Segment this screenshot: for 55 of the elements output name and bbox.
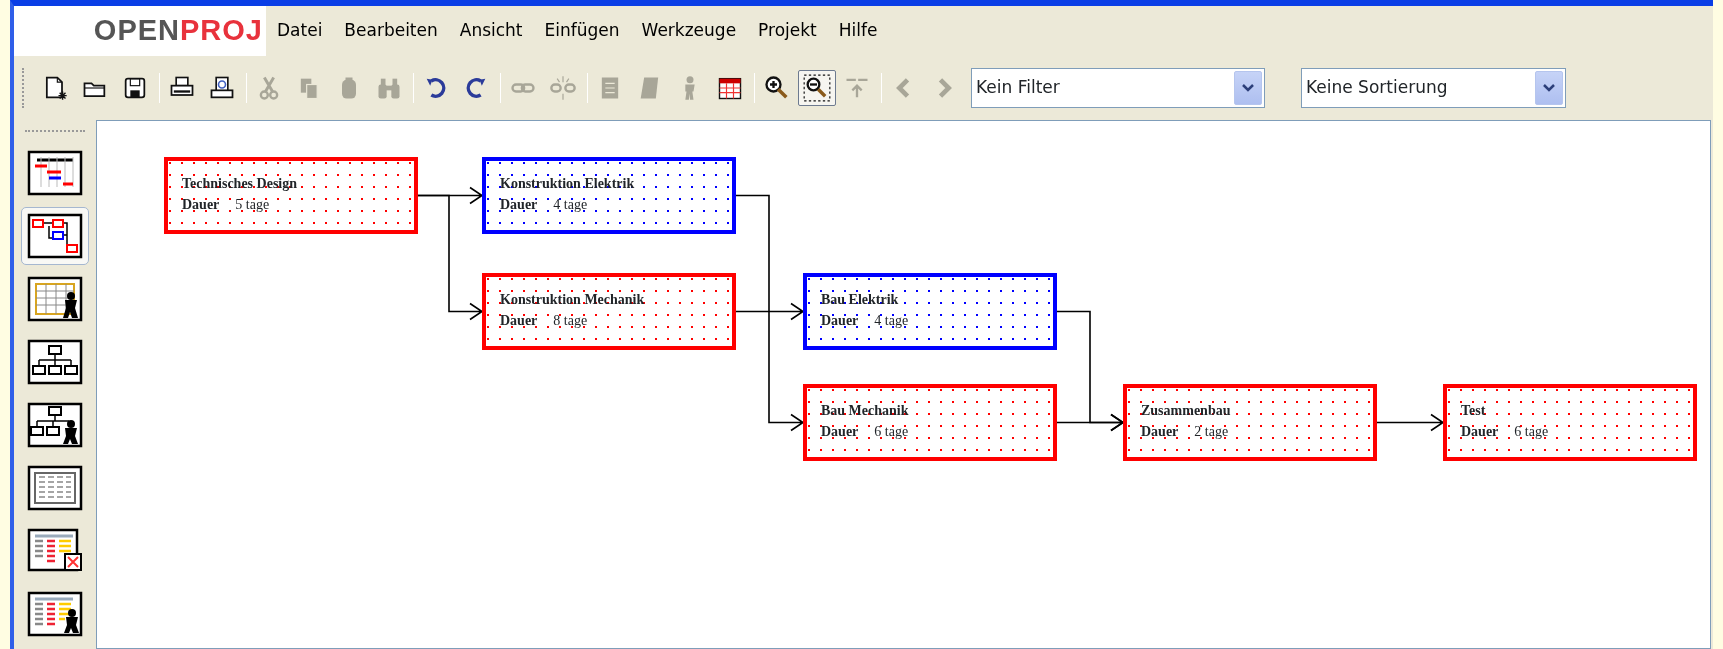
field-label: Dauer <box>1461 423 1499 441</box>
gantt-chart-icon <box>27 150 83 196</box>
filter-dropdown[interactable]: Kein Filter <box>971 68 1265 108</box>
duration-value: 5 tage <box>235 196 270 214</box>
task-node[interactable]: Bau Elektrik Dauer 4 tage <box>803 273 1057 350</box>
menu-item[interactable]: Bearbeiten <box>333 18 449 44</box>
task-node[interactable]: Technisches Design Dauer 5 tage <box>164 157 418 234</box>
task-node[interactable]: Konstruktion Mechanik Dauer 8 tage <box>482 273 736 350</box>
field-label: Dauer <box>821 423 859 441</box>
sort-dropdown[interactable]: Keine Sortierung <box>1301 68 1566 108</box>
connector-arrow <box>1376 413 1445 432</box>
dropdown-arrow-button[interactable] <box>1535 71 1563 105</box>
field-label: Dauer <box>500 312 538 330</box>
field-label: Dauer <box>1141 423 1179 441</box>
tree-person-icon <box>27 402 83 448</box>
task-node[interactable]: Konstruktion Elektrik Dauer 4 tage <box>482 157 736 234</box>
duration-value: 4 tage <box>874 312 909 330</box>
app-logo: OPENPROJ <box>14 6 266 56</box>
menu-item[interactable]: Ansicht <box>448 18 534 44</box>
chevron-down-icon <box>1542 83 1556 93</box>
task-name: Bau Elektrik <box>821 291 900 309</box>
duration-value: 6 tage <box>874 423 909 441</box>
menu-item[interactable]: Werkzeuge <box>630 18 748 44</box>
task-name: Technisches Design <box>182 175 298 193</box>
duration-value: 8 tage <box>553 312 588 330</box>
zoom-out-button[interactable] <box>798 70 836 106</box>
resource-table-icon <box>27 276 83 322</box>
task-node[interactable]: Bau Mechanik Dauer 6 tage <box>803 384 1057 461</box>
duration-value: 6 tage <box>1514 423 1549 441</box>
tree-diagram-icon <box>27 339 83 385</box>
field-label: Dauer <box>182 196 220 214</box>
task-node[interactable]: Zusammenbau Dauer 2 tage <box>1123 384 1377 461</box>
menu-item[interactable]: Datei <box>266 18 334 44</box>
zoom-out-icon <box>803 74 831 102</box>
task-name: Konstruktion Mechanik <box>500 291 646 309</box>
table-person-icon <box>27 591 83 637</box>
menu-item[interactable]: Projekt <box>747 18 828 44</box>
field-label: Dauer <box>821 312 859 330</box>
field-label: Dauer <box>500 196 538 214</box>
task-name: Zusammenbau <box>1141 402 1232 420</box>
network-diagram-icon <box>27 213 83 259</box>
task-name: Konstruktion Elektrik <box>500 175 636 193</box>
table-icon <box>27 465 83 511</box>
task-name: Bau Mechanik <box>821 402 910 420</box>
duration-value: 2 tage <box>1194 423 1229 441</box>
menu-item[interactable]: Hilfe <box>827 18 889 44</box>
table-cross-icon <box>27 528 83 574</box>
dropdown-arrow-button[interactable] <box>1234 71 1262 105</box>
duration-value: 4 tage <box>553 196 588 214</box>
task-name: Test <box>1461 402 1487 420</box>
task-node[interactable]: Test Dauer 6 tage <box>1443 384 1697 461</box>
chevron-down-icon <box>1241 83 1255 93</box>
menu-item[interactable]: Einfügen <box>533 18 631 44</box>
unlink-icon <box>549 74 577 102</box>
network-diagram-view-button[interactable] <box>21 207 89 265</box>
